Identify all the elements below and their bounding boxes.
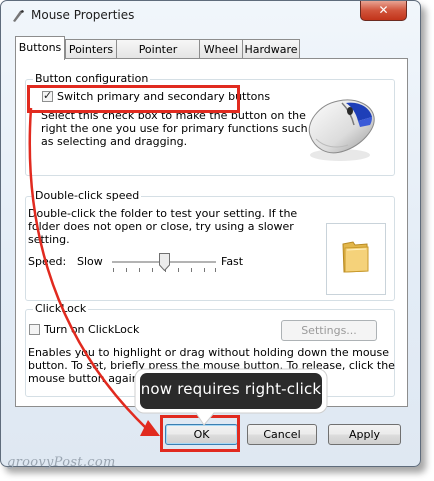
slider-tick bbox=[204, 268, 205, 272]
cancel-button-label: Cancel bbox=[263, 428, 301, 441]
slider-tick bbox=[215, 268, 216, 272]
speed-label: Speed: bbox=[28, 255, 67, 268]
switch-buttons-checkbox[interactable]: ✓ bbox=[42, 89, 53, 102]
button-config-description-line-3: as selecting and dragging. bbox=[41, 135, 188, 148]
title-bar[interactable]: Mouse Properties ✕ bbox=[1, 1, 420, 30]
button-config-description-line-2: right the one you use for primary functi… bbox=[41, 122, 308, 135]
annotation-callout: now requires right-click bbox=[134, 368, 328, 426]
slider-tick bbox=[139, 268, 140, 272]
fast-label: Fast bbox=[221, 255, 244, 268]
tab-buttons-label: Buttons bbox=[18, 41, 62, 54]
folder-icon[interactable] bbox=[341, 238, 371, 274]
double-click-speed-title: Double-click speed bbox=[33, 189, 142, 202]
tab-hardware[interactable]: Hardware bbox=[242, 39, 300, 59]
button-configuration-group: Button configuration ✓ Switch primary an… bbox=[25, 72, 395, 176]
tab-panel-buttons: Button configuration ✓ Switch primary an… bbox=[15, 58, 408, 407]
tab-pointer-options[interactable]: Pointer Options bbox=[116, 39, 200, 75]
tab-wheel[interactable]: Wheel bbox=[199, 39, 243, 59]
tab-pointers[interactable]: Pointers bbox=[65, 39, 117, 59]
checkmark-icon: ✓ bbox=[43, 89, 53, 102]
double-click-description-line-2: folder does not open or close, try using… bbox=[28, 220, 294, 233]
callout-text: now requires right-click bbox=[140, 380, 322, 398]
tab-wheel-label: Wheel bbox=[203, 43, 239, 56]
clicklock-settings-label: Settings... bbox=[301, 324, 357, 337]
double-click-description-line-1: Double-click the folder to test your set… bbox=[28, 207, 298, 220]
slider-tick bbox=[178, 268, 179, 272]
switch-buttons-label[interactable]: Switch primary and secondary buttons bbox=[57, 90, 270, 103]
slider-tick bbox=[113, 268, 114, 272]
double-click-description-line-3: setting. bbox=[28, 233, 70, 246]
clicklock-checkbox[interactable] bbox=[29, 324, 40, 335]
slider-tick bbox=[152, 268, 153, 272]
button-configuration-title: Button configuration bbox=[33, 72, 151, 85]
window-title: Mouse Properties bbox=[31, 8, 135, 22]
mouse-app-icon bbox=[13, 10, 24, 22]
button-config-description-line-1: Select this check box to make the button… bbox=[41, 109, 306, 122]
watermark: groovyPost.com bbox=[7, 455, 116, 470]
close-button[interactable]: ✕ bbox=[360, 1, 407, 21]
apply-button[interactable]: Apply bbox=[328, 424, 401, 445]
close-icon: ✕ bbox=[378, 3, 389, 17]
slider-thumb[interactable] bbox=[159, 253, 170, 271]
clicklock-title: ClickLock bbox=[33, 302, 89, 315]
test-folder-box[interactable] bbox=[326, 223, 386, 295]
tab-buttons[interactable]: Buttons bbox=[15, 36, 65, 60]
mouse-illustration-icon bbox=[308, 99, 375, 161]
tab-hardware-label: Hardware bbox=[244, 43, 298, 56]
slow-label: Slow bbox=[77, 255, 103, 268]
cancel-button[interactable]: Cancel bbox=[247, 424, 317, 445]
slider-tick bbox=[126, 268, 127, 272]
apply-button-label: Apply bbox=[348, 428, 381, 441]
clicklock-label[interactable]: Turn on ClickLock bbox=[44, 323, 139, 336]
double-click-speed-slider[interactable] bbox=[112, 252, 216, 274]
ok-button[interactable]: OK bbox=[165, 424, 238, 445]
clicklock-description-line-3: mouse button again. bbox=[28, 372, 143, 385]
clicklock-description-line-1: Enables you to highlight or drag without… bbox=[28, 346, 390, 359]
clicklock-settings-button[interactable]: Settings... bbox=[281, 320, 377, 341]
tab-pointers-label: Pointers bbox=[68, 43, 114, 56]
ok-button-label: OK bbox=[193, 428, 210, 441]
double-click-speed-group: Double-click speed Double-click the fold… bbox=[25, 189, 395, 301]
slider-tick bbox=[191, 268, 192, 272]
